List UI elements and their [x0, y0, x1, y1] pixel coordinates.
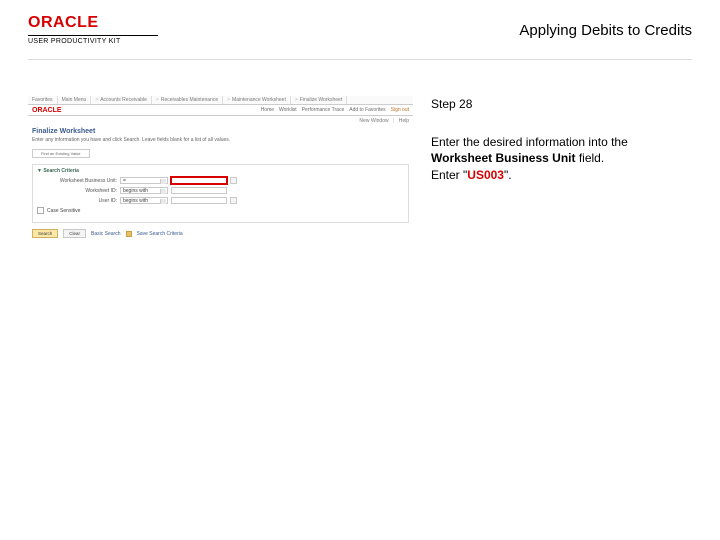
sim-clear-button: Clear: [63, 229, 86, 238]
sim-wid-input: [171, 187, 227, 194]
sim-new-window-link: New Window: [359, 118, 388, 124]
sim-operator-select: begins with: [120, 187, 168, 194]
sim-link: Worklist: [279, 107, 297, 113]
sim-section-title: ▼ Search Criteria: [37, 168, 404, 174]
sim-footer-links: Basic Search Save Search Criteria: [91, 231, 183, 237]
sim-find-tab: Find an Existing Value: [32, 149, 90, 158]
sim-wbu-input[interactable]: [171, 177, 227, 184]
sim-brandbar: ORACLE Home Worklist Performance Trace A…: [28, 105, 413, 116]
sim-label: Worksheet Business Unit:: [37, 178, 117, 184]
sim-label: Case Sensitive: [47, 208, 80, 214]
sim-link: Performance Trace: [302, 107, 345, 113]
sim-link: Basic Search: [91, 231, 120, 237]
sim-button-row: Search Clear Basic Search Save Search Cr…: [32, 229, 409, 238]
sim-search-button: Search: [32, 229, 58, 238]
sim-page-heading: Finalize Worksheet: [28, 128, 413, 137]
sim-search-section: ▼ Search Criteria Worksheet Business Uni…: [32, 164, 409, 223]
lookup-icon: [230, 177, 237, 184]
instruction-panel: Step 28 Enter the desired information in…: [431, 96, 692, 238]
page-title: Applying Debits to Credits: [519, 22, 692, 39]
brand-divider: [28, 35, 158, 36]
step-number: Step 28: [431, 96, 692, 112]
sim-label: User ID:: [37, 198, 117, 204]
brand-oracle-logo: ORACLE: [28, 14, 158, 32]
sim-link: Home: [261, 107, 274, 113]
sim-help-link: Help: [399, 118, 409, 124]
sim-link: Save Search Criteria: [137, 231, 183, 237]
sim-window-links: New Window | Help: [28, 116, 413, 128]
content-body: Favorites Main Menu Accounts Receivable …: [0, 96, 720, 238]
instruction-text: Enter the desired information into the W…: [431, 134, 692, 183]
sim-uid-input: [171, 197, 227, 204]
simulated-screenshot: Favorites Main Menu Accounts Receivable …: [28, 96, 413, 238]
sim-row-wid: Worksheet ID: begins with: [37, 187, 404, 194]
brand-block: ORACLE USER PRODUCTIVITY KIT: [28, 14, 158, 45]
sim-row-cs: Case Sensitive: [37, 207, 404, 214]
crumb-item: Receivables Maintenance: [152, 96, 223, 104]
sim-signout: Sign out: [391, 107, 409, 113]
crumb-item: Finalize Worksheet: [291, 96, 347, 104]
instruction-field-name: Worksheet Business Unit: [431, 151, 575, 165]
checkbox-icon: [37, 207, 44, 214]
sim-operator-select: =: [120, 177, 168, 184]
sim-util-links: Home Worklist Performance Trace Add to F…: [261, 107, 409, 113]
save-icon: [126, 231, 132, 237]
crumb-item: Favorites: [28, 96, 58, 104]
page-header: ORACLE USER PRODUCTIVITY KIT Applying De…: [0, 0, 720, 45]
sim-link: Add to Favorites: [349, 107, 385, 113]
crumb-item: Maintenance Worksheet: [223, 96, 291, 104]
sim-breadcrumb: Favorites Main Menu Accounts Receivable …: [28, 96, 413, 105]
sim-label: Worksheet ID:: [37, 188, 117, 194]
lookup-icon: [230, 197, 237, 204]
brand-subtitle: USER PRODUCTIVITY KIT: [28, 38, 158, 45]
crumb-item: Main Menu: [58, 96, 92, 104]
sim-row-uid: User ID: begins with: [37, 197, 404, 204]
sim-row-wbu: Worksheet Business Unit: =: [37, 177, 404, 184]
crumb-item: Accounts Receivable: [91, 96, 152, 104]
sim-operator-select: begins with: [120, 197, 168, 204]
instruction-value: US003: [467, 168, 504, 182]
sim-oracle-logo: ORACLE: [32, 107, 62, 114]
header-rule: [28, 59, 692, 60]
sim-page-desc: Enter any information you have and click…: [28, 137, 413, 149]
